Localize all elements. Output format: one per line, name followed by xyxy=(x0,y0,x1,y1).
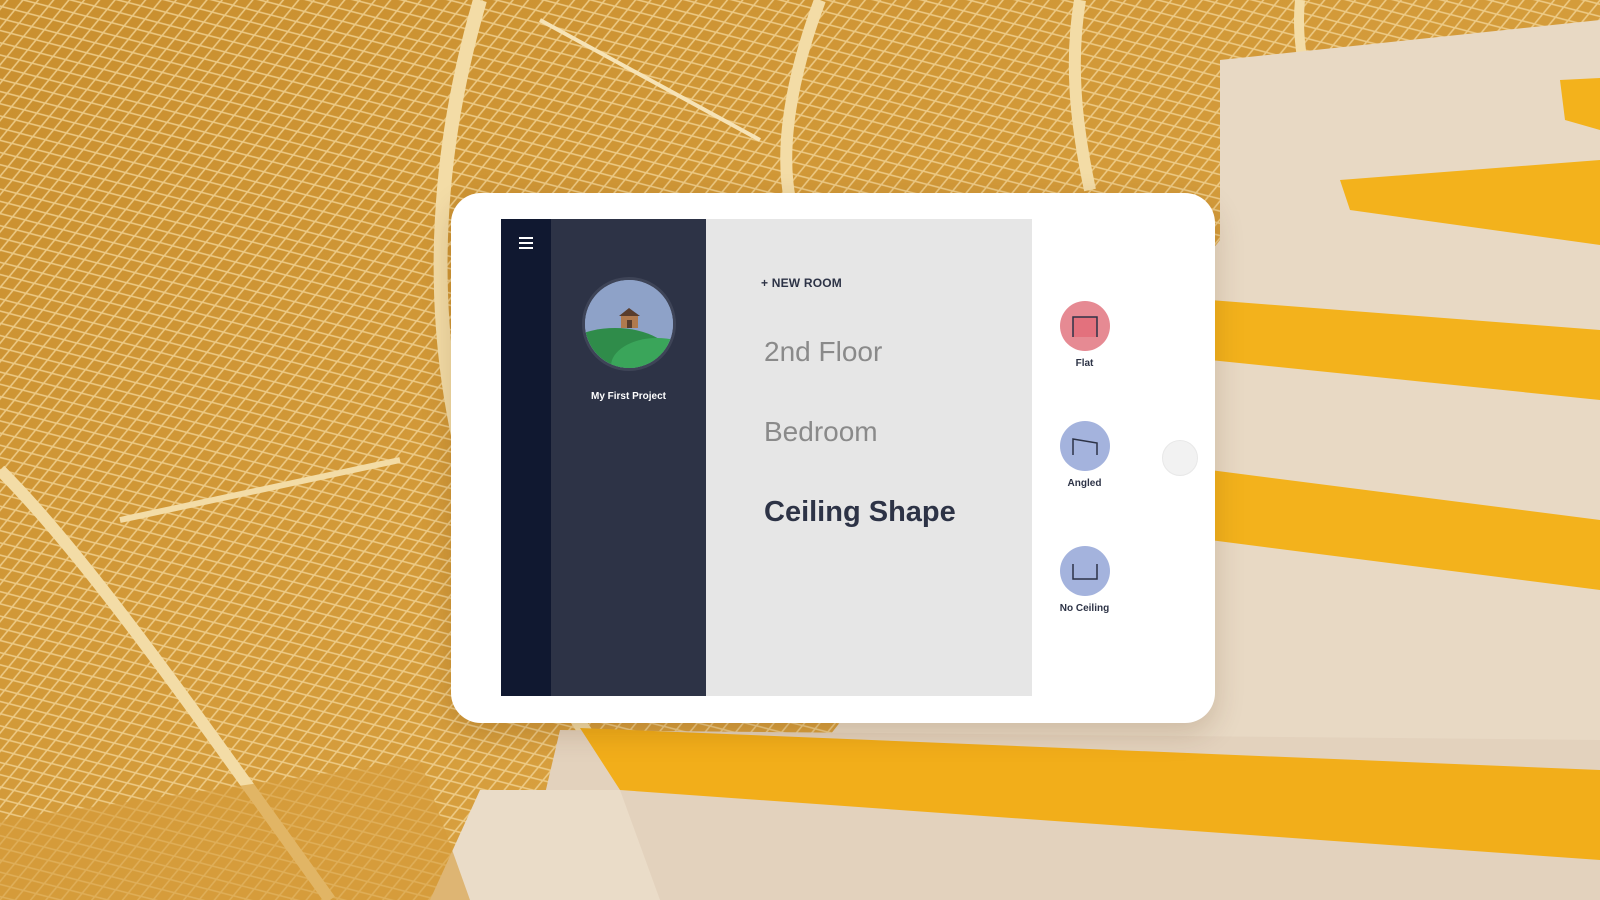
ceiling-option-none[interactable]: No Ceiling xyxy=(1032,546,1137,614)
room-setup-panel: + NEW ROOM 2nd Floor Bedroom Ceiling Sha… xyxy=(706,219,1032,696)
hamburger-menu-icon[interactable] xyxy=(519,237,533,249)
project-sidebar: My First Project xyxy=(551,219,706,696)
no-ceiling-icon xyxy=(1059,546,1110,596)
breadcrumb-room[interactable]: Bedroom xyxy=(764,416,878,448)
angled-ceiling-icon xyxy=(1059,421,1110,471)
tablet-home-button[interactable] xyxy=(1162,440,1198,476)
project-avatar[interactable] xyxy=(582,277,676,371)
house-on-hill-icon xyxy=(585,280,673,368)
ceiling-options-panel: Flat Angled No Ceiling xyxy=(1032,219,1137,696)
breadcrumb-floor[interactable]: 2nd Floor xyxy=(764,336,882,368)
app-screen: My First Project + NEW ROOM 2nd Floor Be… xyxy=(501,219,1137,696)
tablet-device: My First Project + NEW ROOM 2nd Floor Be… xyxy=(451,193,1215,723)
flat-ceiling-icon xyxy=(1059,301,1110,351)
option-label-flat: Flat xyxy=(1075,358,1094,369)
ceiling-option-flat[interactable]: Flat xyxy=(1032,301,1137,369)
nav-rail xyxy=(501,219,551,696)
project-name: My First Project xyxy=(590,391,667,402)
current-step-title: Ceiling Shape xyxy=(764,496,956,528)
option-label-angled: Angled xyxy=(1067,478,1102,489)
option-label-no-ceiling: No Ceiling xyxy=(1059,603,1110,614)
new-room-button[interactable]: + NEW ROOM xyxy=(761,276,842,290)
ceiling-option-angled[interactable]: Angled xyxy=(1032,421,1137,489)
